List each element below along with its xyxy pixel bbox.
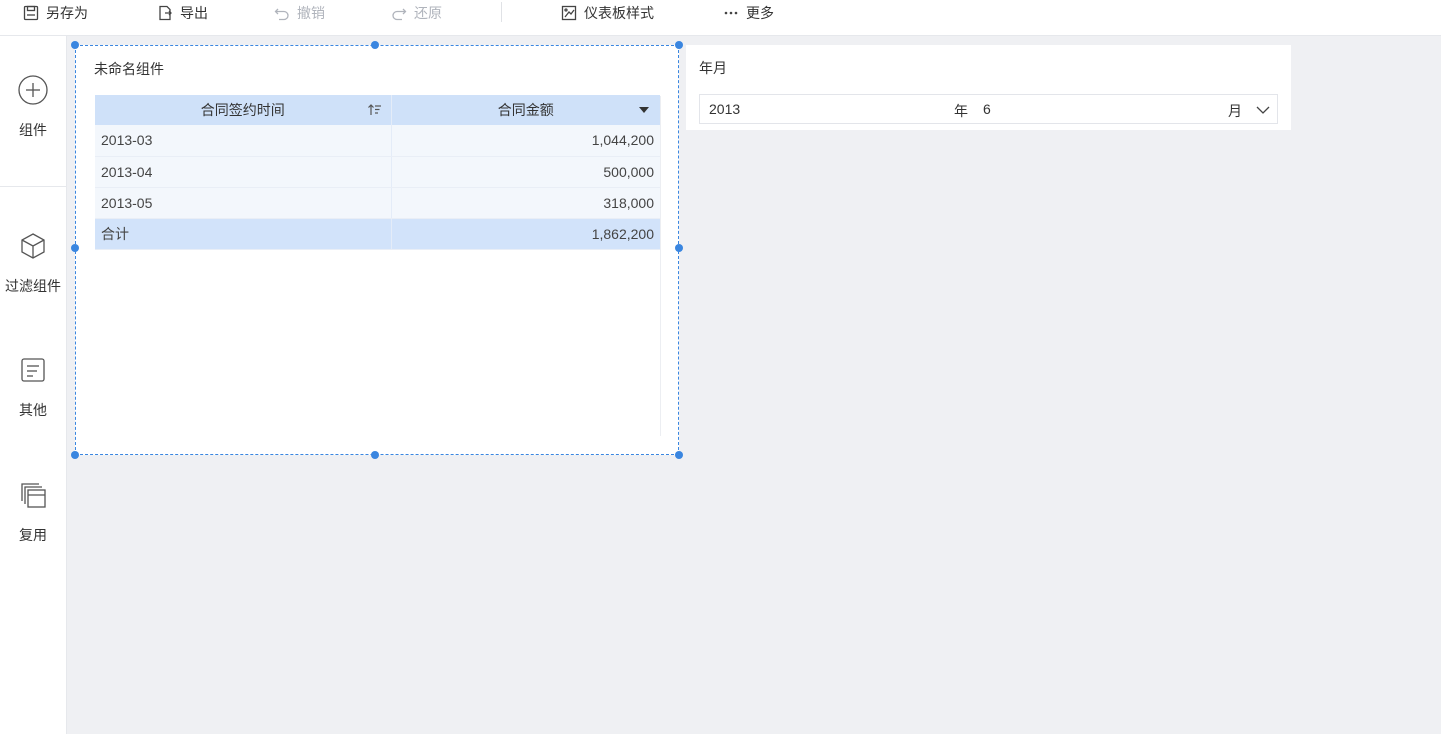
cell-time: 2013-05 xyxy=(95,187,391,219)
sidebar-item-other[interactable]: 其他 xyxy=(0,354,66,420)
year-value: 2013 xyxy=(709,101,741,117)
export-label: 导出 xyxy=(180,5,208,21)
resize-handle-top-left[interactable] xyxy=(71,41,79,49)
plus-circle-icon xyxy=(18,75,48,105)
save-icon xyxy=(23,5,39,21)
cell-time: 2013-04 xyxy=(95,156,391,188)
sidebar-item-reuse[interactable]: 复用 xyxy=(0,479,66,545)
table-row: 2013-04 500,000 xyxy=(95,156,660,188)
chevron-down-icon[interactable] xyxy=(1255,102,1271,118)
month-unit: 月 xyxy=(1228,103,1242,119)
undo-icon xyxy=(274,8,289,21)
toolbar-divider xyxy=(501,2,502,22)
more-icon xyxy=(724,11,738,15)
filter-title: 年月 xyxy=(699,60,727,76)
cell-time: 2013-03 xyxy=(95,125,391,157)
save-as-label: 另存为 xyxy=(46,5,88,21)
data-table: 合同签约时间 合同金额 2013-03 1,044,200 2013-04 50… xyxy=(95,95,660,250)
stacked-cards-icon xyxy=(21,483,46,508)
redo-icon xyxy=(392,8,407,21)
resize-handle-right[interactable] xyxy=(675,244,683,252)
dashboard-style-button[interactable]: 仪表板样式 xyxy=(560,0,654,26)
sidebar-item-filter-components[interactable]: 过滤组件 xyxy=(0,230,66,296)
top-toolbar: 另存为 导出 撤销 还原 仪表板样式 更多 xyxy=(0,0,1441,36)
sidebar-item-components[interactable]: 组件 xyxy=(0,74,66,140)
month-value: 6 xyxy=(983,101,991,117)
redo-label: 还原 xyxy=(414,5,442,21)
left-sidebar: 组件 过滤组件 其他 复用 xyxy=(0,36,67,734)
column-header-label: 合同签约时间 xyxy=(200,102,285,118)
sidebar-item-label: 复用 xyxy=(19,527,47,543)
cell-amount: 500,000 xyxy=(390,156,660,188)
resize-handle-bottom-right[interactable] xyxy=(675,451,683,459)
more-label: 更多 xyxy=(746,5,774,21)
year-month-filter-widget[interactable]: 年月 2013 年 6 月 xyxy=(686,45,1291,130)
save-as-button[interactable]: 另存为 xyxy=(22,0,88,26)
dashboard-style-icon xyxy=(561,5,577,21)
widget-title: 未命名组件 xyxy=(94,61,164,77)
resize-handle-bottom[interactable] xyxy=(371,451,379,459)
table-scroll-edge xyxy=(660,96,661,436)
column-header-label: 合同金额 xyxy=(497,102,554,118)
redo-button[interactable]: 还原 xyxy=(390,0,442,26)
note-icon xyxy=(21,358,45,382)
sidebar-item-label: 组件 xyxy=(19,122,47,138)
column-header-amount[interactable]: 合同金额 xyxy=(390,95,660,125)
resize-handle-top[interactable] xyxy=(371,41,379,49)
caret-down-icon[interactable] xyxy=(636,102,652,118)
total-amount: 1,862,200 xyxy=(390,218,660,250)
resize-handle-top-right[interactable] xyxy=(675,41,683,49)
table-row: 2013-05 318,000 xyxy=(95,187,660,219)
dashboard-style-label: 仪表板样式 xyxy=(584,5,654,21)
total-label: 合计 xyxy=(95,218,391,250)
cube-icon xyxy=(21,233,45,259)
cell-amount: 318,000 xyxy=(390,187,660,219)
export-button[interactable]: 导出 xyxy=(156,0,208,26)
table-widget[interactable]: 未命名组件 合同签约时间 合同金额 2013-03 1,044,200 2013… xyxy=(75,45,679,455)
export-icon xyxy=(159,5,172,21)
sidebar-item-label: 过滤组件 xyxy=(5,278,61,294)
table-row: 2013-03 1,044,200 xyxy=(95,125,660,157)
undo-label: 撤销 xyxy=(297,5,325,21)
resize-handle-left[interactable] xyxy=(71,244,79,252)
undo-button[interactable]: 撤销 xyxy=(273,0,325,26)
more-button[interactable]: 更多 xyxy=(722,0,774,26)
cell-amount: 1,044,200 xyxy=(390,125,660,157)
sort-ascending-icon[interactable] xyxy=(367,102,383,118)
column-header-time[interactable]: 合同签约时间 xyxy=(95,95,391,125)
total-row: 合计 1,862,200 xyxy=(95,218,660,250)
resize-handle-bottom-left[interactable] xyxy=(71,451,79,459)
year-unit: 年 xyxy=(954,103,968,119)
year-month-select[interactable]: 2013 年 6 月 xyxy=(699,94,1278,124)
sidebar-item-label: 其他 xyxy=(19,402,47,418)
sidebar-divider xyxy=(0,186,66,187)
